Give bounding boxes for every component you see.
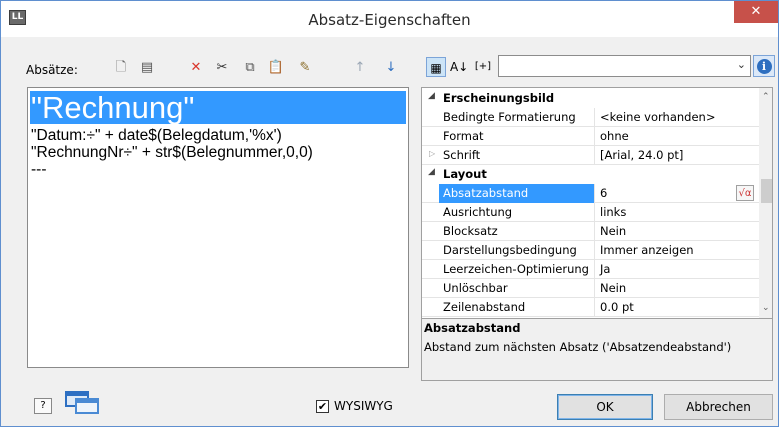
object-selector-combo[interactable]: ⌄ [498, 55, 751, 77]
property-row[interactable]: Unlöschbar Nein [422, 279, 760, 298]
help-button[interactable]: ? [34, 398, 52, 414]
column-divider [594, 146, 595, 165]
paragraph-line[interactable]: "Rechnung" [30, 91, 406, 124]
property-name: Blocksatz [443, 224, 498, 238]
chevron-down-icon[interactable]: ⌄ [737, 58, 746, 71]
property-value[interactable]: 0.0 pt [600, 300, 634, 314]
collapse-icon[interactable]: ◢ [428, 91, 435, 101]
property-value[interactable]: [Arial, 24.0 pt] [600, 148, 683, 162]
sort-alphabetical-icon[interactable]: A↓ [450, 57, 468, 77]
window-arrange-icon[interactable] [65, 391, 101, 415]
column-divider [594, 279, 595, 298]
new-paragraph-icon[interactable]: 🗋 [112, 59, 130, 77]
delete-icon[interactable]: ✕ [187, 59, 205, 77]
paragraph-properties-icon[interactable]: ▤ [138, 59, 156, 77]
categorized-view-icon[interactable]: ▦ [426, 57, 446, 77]
close-button[interactable]: ✕ [734, 1, 778, 23]
column-divider [594, 184, 595, 203]
property-category[interactable]: ◢ Layout [422, 165, 760, 184]
property-row[interactable]: Absatzabstand 6 √α [422, 184, 760, 203]
column-divider [594, 298, 595, 317]
property-name: Bedingte Formatierung [443, 110, 576, 124]
property-row[interactable]: Darstellungsbedingung Immer anzeigen [422, 241, 760, 260]
property-name: Zeilenabstand [443, 300, 526, 314]
formula-editor-button[interactable]: √α [736, 185, 754, 201]
collapse-icon[interactable]: ◢ [428, 167, 435, 177]
paragraph-line[interactable]: "Datum:÷" + date$(Belegdatum,'%x') [31, 127, 282, 144]
scroll-thumb[interactable] [761, 179, 772, 203]
move-up-icon[interactable]: ↑ [351, 59, 369, 77]
paste-icon[interactable]: 📋 [267, 59, 285, 77]
description-text: Abstand zum nächsten Absatz ('Absatzende… [424, 340, 732, 354]
dialog-title: Absatz-Eigenschaften [308, 11, 471, 29]
info-icon: i [756, 59, 772, 74]
move-down-icon[interactable]: ↓ [382, 59, 400, 77]
paragraph-line[interactable]: --- [31, 161, 47, 178]
expand-icon[interactable]: ▷ [429, 149, 435, 158]
property-value[interactable]: Ja [600, 262, 610, 276]
column-divider [594, 108, 595, 127]
column-divider [594, 203, 595, 222]
property-name: Ausrichtung [443, 205, 513, 219]
property-row[interactable]: Format ohne [422, 127, 760, 146]
property-name: Schrift [443, 148, 481, 162]
paragraphs-label: Absätze: [26, 63, 78, 77]
property-row[interactable]: Zeilenabstand 0.0 pt [422, 298, 760, 317]
scroll-up-icon[interactable]: ⌃ [762, 92, 770, 102]
copy-icon[interactable]: ⧉ [241, 59, 259, 77]
title-bar: LL Absatz-Eigenschaften ✕ [1, 1, 778, 37]
property-scrollbar[interactable]: ⌃ ⌄ [759, 88, 772, 318]
ok-button[interactable]: OK [557, 394, 653, 420]
property-name: Erscheinungsbild [443, 91, 555, 105]
property-name: Format [443, 129, 484, 143]
paragraph-editor[interactable]: "Rechnung" "Datum:÷" + date$(Belegdatum,… [27, 87, 409, 368]
property-value[interactable]: ohne [600, 129, 629, 143]
expand-all-icon[interactable]: [+] [472, 57, 494, 77]
property-name: Darstellungsbedingung [443, 243, 577, 257]
dialog-window: LL Absatz-Eigenschaften ✕ Absätze: 🗋 ▤ ✕ ✂ ⧉… [0, 0, 779, 427]
property-value[interactable]: Nein [600, 281, 626, 295]
column-divider [594, 241, 595, 260]
property-name: Layout [443, 167, 487, 181]
property-value[interactable]: Nein [600, 224, 626, 238]
scroll-down-icon[interactable]: ⌄ [762, 303, 770, 313]
property-name: Unlöschbar [443, 281, 508, 295]
property-row[interactable]: Blocksatz Nein [422, 222, 760, 241]
property-grid[interactable]: ◢ Erscheinungsbild Bedingte Formatierung <k… [421, 87, 773, 319]
column-divider [594, 127, 595, 146]
property-value[interactable]: links [600, 205, 626, 219]
property-category[interactable]: ◢ Erscheinungsbild [422, 89, 760, 108]
column-divider [594, 222, 595, 241]
property-row[interactable]: Bedingte Formatierung <keine vorhanden> [422, 108, 760, 127]
property-value[interactable]: Immer anzeigen [600, 243, 694, 257]
checkmark-icon[interactable]: ✔ [316, 400, 329, 413]
property-value[interactable]: 6 [600, 186, 607, 200]
property-row[interactable]: Leerzeichen-Optimierung Ja [422, 260, 760, 279]
info-button[interactable]: i [753, 55, 775, 77]
column-divider [594, 260, 595, 279]
property-name: Absatzabstand [439, 184, 594, 203]
cancel-button[interactable]: Abbrechen [664, 394, 773, 420]
format-brush-icon[interactable]: ✎ [296, 59, 314, 77]
property-row[interactable]: Ausrichtung links [422, 203, 760, 222]
property-row[interactable]: ▷ Schrift [Arial, 24.0 pt] [422, 146, 760, 165]
property-name: Leerzeichen-Optimierung [443, 262, 589, 276]
description-title: Absatzabstand [424, 321, 521, 335]
property-value[interactable]: <keine vorhanden> [600, 110, 715, 124]
paragraph-line[interactable]: "RechnungNr÷" + str$(Belegnummer,0,0) [31, 144, 313, 161]
wysiwyg-label[interactable]: WYSIWYG [334, 399, 393, 413]
property-description: Absatzabstand Abstand zum nächsten Absat… [421, 319, 773, 381]
cut-icon[interactable]: ✂ [213, 59, 231, 77]
